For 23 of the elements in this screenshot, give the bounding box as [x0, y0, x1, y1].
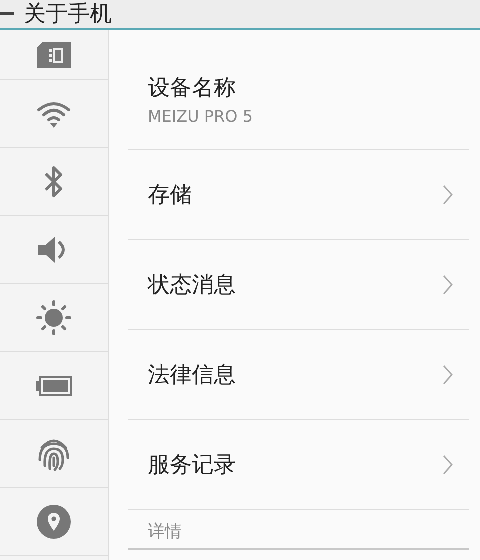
wifi-icon[interactable] [36, 100, 72, 128]
sim-card-icon[interactable] [37, 42, 71, 68]
settings-item[interactable]: 服务记录 [128, 420, 469, 510]
bluetooth-icon[interactable] [43, 164, 65, 198]
settings-item[interactable]: 法律信息 [128, 330, 469, 420]
section-title: 详情 [148, 522, 182, 542]
device-name-label: 设备名称 [148, 75, 237, 103]
chevron-icon [443, 364, 453, 384]
location-pin-icon[interactable] [37, 504, 71, 538]
item-label: 存储 [148, 182, 192, 210]
item-label: 状态消息 [148, 272, 236, 300]
page-title: 关于手机 [24, 1, 112, 29]
chevron-icon [443, 184, 453, 204]
settings-item[interactable]: 存储 [128, 150, 469, 240]
back-icon[interactable] [0, 12, 14, 16]
chevron-icon [443, 454, 453, 474]
item-label: 服务记录 [148, 452, 236, 480]
chevron-icon [443, 274, 453, 294]
device-name-value: MEIZU PRO 5 [148, 107, 254, 126]
battery-icon[interactable] [36, 376, 72, 396]
item-label: 法律信息 [148, 362, 236, 390]
settings-item[interactable]: 状态消息 [128, 240, 469, 330]
sun-icon[interactable] [36, 300, 72, 336]
